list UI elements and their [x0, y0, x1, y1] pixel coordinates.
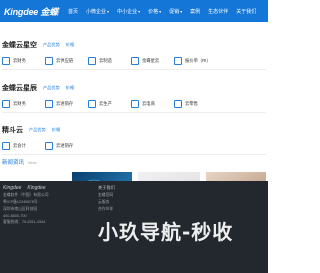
section-title: 金蝶云星空	[2, 42, 37, 49]
nav-label: 首页	[68, 8, 79, 15]
product-icon	[45, 99, 53, 108]
nav-item-mid[interactable]: 中小企业 ▾	[117, 8, 140, 15]
product-item[interactable]: 云财务	[2, 99, 45, 108]
section-link-advantages[interactable]: 产品优势	[29, 127, 46, 133]
footer-column: 关于我们 金蝶官网 云服务 合作伙伴	[98, 185, 115, 212]
nav-item-small[interactable]: 小微企业 ▾	[86, 8, 109, 15]
product-label: 云零售	[185, 100, 198, 106]
product-icon	[2, 141, 10, 150]
watermark-text: 小玖导航-秒收	[98, 220, 234, 244]
product-icon	[174, 99, 182, 108]
product-item[interactable]: 云会计	[2, 141, 45, 150]
footer-link[interactable]: 云服务	[98, 200, 115, 205]
product-row: 云财务 云供应链 云制造 金蝶星云 报价单（RI）	[2, 52, 266, 70]
product-label: 云电商	[142, 100, 155, 106]
product-item[interactable]: 云生产	[88, 99, 131, 108]
nav-label: 关于我们	[236, 8, 257, 15]
product-label: 报价单（RI）	[185, 57, 211, 63]
nav-item-about[interactable]: 关于我们	[236, 8, 256, 15]
nav-item-promo[interactable]: 促销 ▾	[169, 8, 182, 15]
section-title: 精斗云	[2, 127, 23, 134]
product-icon	[88, 99, 96, 108]
product-label: 云供应链	[56, 57, 74, 63]
footer-text: 深圳市南山区科技园	[3, 207, 38, 211]
product-label: 云财务	[13, 57, 26, 63]
nav-label: 小微企业	[86, 8, 107, 15]
footer-brand: Kingdee Kingdee	[3, 185, 265, 191]
brand-logo[interactable]: Kingdee 金蝶	[4, 5, 58, 18]
footer-link[interactable]: 金蝶官网	[98, 193, 115, 198]
section-link-price[interactable]: 价格	[66, 85, 74, 91]
chevron-down-icon: ▾	[107, 8, 110, 14]
footer: Kingdee Kingdee 金蝶软件（中国）有限公司 粤ICP备123456…	[0, 181, 268, 273]
nav-label: 价格	[148, 8, 159, 15]
product-icon	[2, 99, 10, 108]
section-link-price[interactable]: 价格	[66, 42, 74, 48]
footer-text: 金蝶软件（中国）有限公司	[3, 193, 49, 197]
footer-column-title: 关于我们	[98, 185, 115, 190]
nav-label: 生态伙伴	[208, 8, 229, 15]
product-label: 金蝶星云	[142, 57, 160, 63]
product-icon	[45, 141, 53, 150]
chevron-down-icon: ▾	[180, 8, 183, 14]
nav-item-partners[interactable]: 生态伙伴	[208, 8, 228, 15]
nav-item-price[interactable]: 价格 ▾	[148, 8, 161, 15]
section-header: 精斗云 产品优势 价格	[2, 123, 266, 137]
product-icon	[45, 56, 53, 65]
product-label: 云进销存	[56, 142, 74, 148]
footer-link[interactable]: 合作伙伴	[98, 207, 115, 212]
product-label: 云进销存	[56, 100, 74, 106]
news-header: 新闻资讯 News	[0, 158, 268, 170]
product-item[interactable]: 云进销存	[45, 141, 88, 150]
product-section: 金蝶云星空 产品优势 价格 云财务 云供应链 云制造 金蝶星云 报价单（RI）	[0, 38, 268, 70]
section-link-advantages[interactable]: 产品优势	[43, 85, 60, 91]
section-link-advantages[interactable]: 产品优势	[43, 42, 60, 48]
product-item[interactable]: 金蝶星云	[131, 56, 174, 65]
section-header: 金蝶云星空 产品优势 价格	[2, 38, 266, 52]
chevron-down-icon: ▾	[159, 8, 162, 14]
footer-logo: Kingdee	[3, 185, 22, 191]
nav-item-cases[interactable]: 案例	[190, 8, 200, 15]
product-icon	[2, 56, 10, 65]
product-label: 云制造	[99, 57, 112, 63]
product-item[interactable]: 云电商	[131, 99, 174, 108]
product-item[interactable]: 云财务	[2, 56, 45, 65]
section-title: 金蝶云星辰	[2, 85, 37, 92]
product-item[interactable]: 云制造	[88, 56, 131, 65]
chevron-down-icon: ▾	[138, 8, 141, 14]
product-label: 云会计	[13, 142, 26, 148]
product-item[interactable]: 报价单（RI）	[174, 56, 244, 65]
product-section: 金蝶云星辰 产品优势 价格 云财务 云进销存 云生产 云电商 云零售	[0, 81, 268, 113]
product-row: 云财务 云进销存 云生产 云电商 云零售	[2, 95, 266, 113]
product-item[interactable]: 云供应链	[45, 56, 88, 65]
nav-label: 促销	[169, 8, 180, 15]
nav-item-home[interactable]: 首页	[68, 8, 78, 15]
product-icon	[88, 56, 96, 65]
product-item[interactable]: 云进销存	[45, 99, 88, 108]
product-section: 精斗云 产品优势 价格 云会计 云进销存	[0, 123, 268, 155]
section-link-price[interactable]: 价格	[52, 127, 60, 133]
section-header: 金蝶云星辰 产品优势 价格	[2, 81, 266, 95]
top-nav: Kingdee 金蝶 首页 小微企业 ▾ 中小企业 ▾ 价格 ▾ 促销 ▾ 案例 生态伙…	[0, 0, 268, 22]
product-label: 云生产	[99, 100, 112, 106]
nav-label: 案例	[190, 8, 201, 15]
product-icon	[131, 56, 139, 65]
footer-text[interactable]: 粤ICP备12345678号	[3, 200, 265, 205]
nav-label: 中小企业	[117, 8, 138, 15]
page: Kingdee 金蝶 首页 小微企业 ▾ 中小企业 ▾ 价格 ▾ 促销 ▾ 案例 生态伙…	[0, 0, 268, 273]
product-icon	[131, 99, 139, 108]
product-icon	[174, 56, 182, 65]
product-label: 云财务	[13, 100, 26, 106]
news-more-link[interactable]: News	[28, 161, 37, 165]
footer-logo-secondary: Kingdee	[27, 185, 46, 191]
news-title: 新闻资讯	[2, 160, 25, 166]
product-item[interactable]: 云零售	[174, 99, 217, 108]
product-row: 云会计 云进销存	[2, 137, 266, 155]
